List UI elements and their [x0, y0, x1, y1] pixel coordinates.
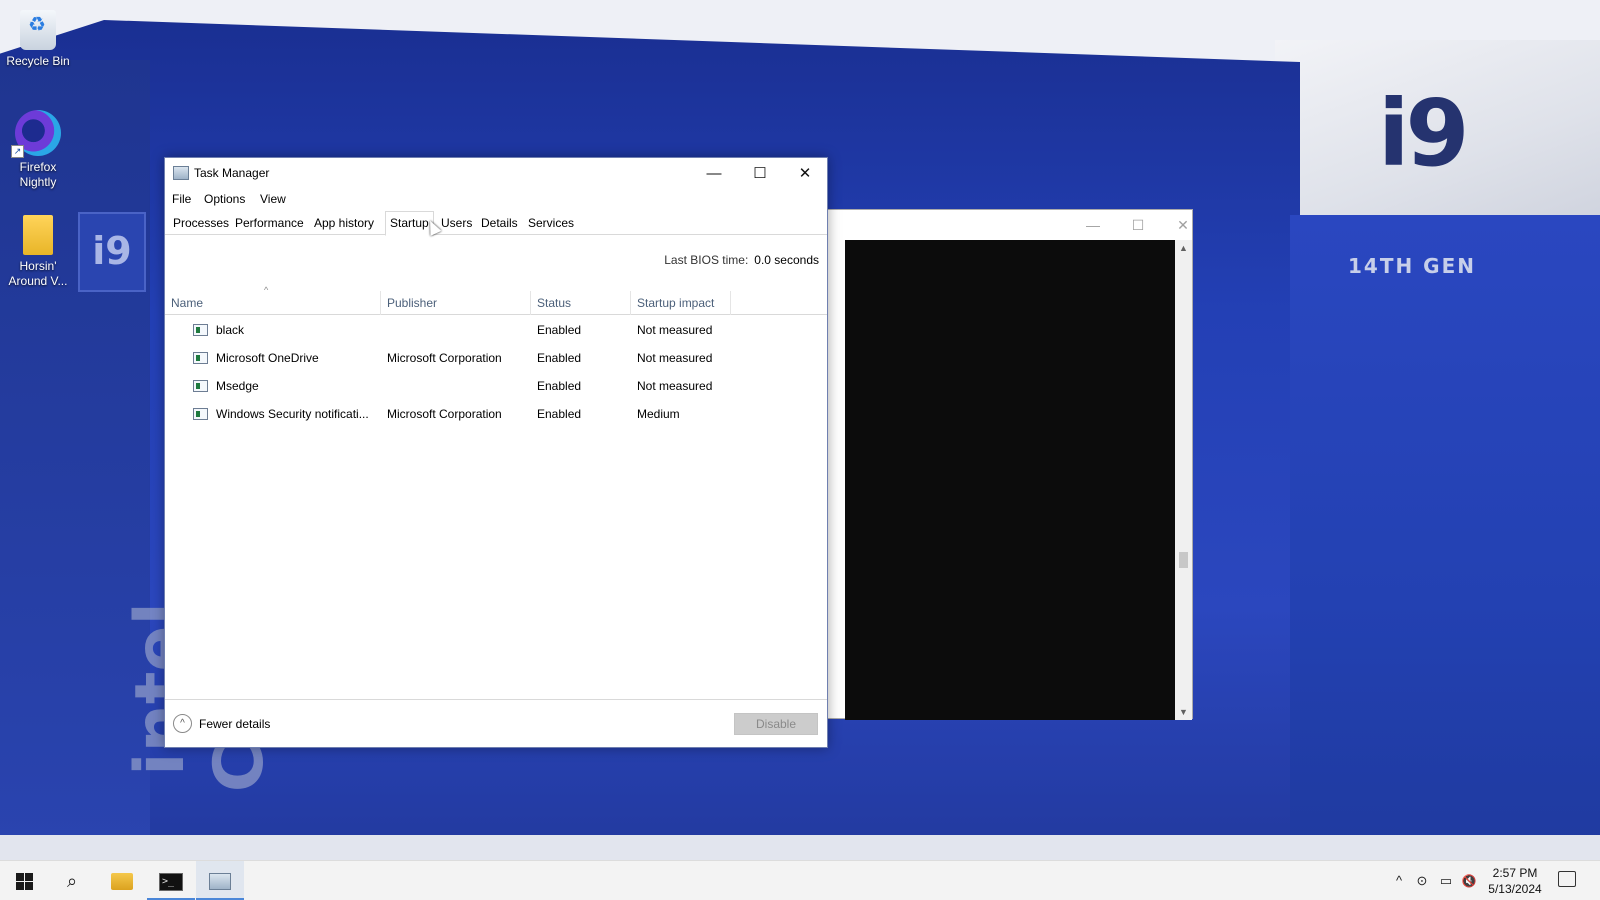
tab-performance[interactable]: Performance: [231, 213, 308, 235]
fewer-details-link[interactable]: Fewer details: [199, 717, 270, 731]
app-icon: [193, 324, 208, 336]
desktop-icon-firefox-nightly[interactable]: ↗ Firefox Nightly: [0, 110, 76, 190]
app-icon: [193, 380, 208, 392]
tab-processes[interactable]: Processes: [169, 213, 233, 235]
volume-muted-icon[interactable]: 🔇: [1459, 861, 1479, 900]
command-prompt-icon: >_: [159, 872, 183, 891]
console-minimize-button[interactable]: —: [1078, 215, 1108, 235]
menu-file[interactable]: File: [169, 192, 194, 206]
recycle-bin-icon: [20, 10, 56, 50]
row-status: Enabled: [537, 323, 582, 337]
console-window[interactable]: — ☐ ✕ ▲ ▼: [812, 209, 1193, 720]
desktop-icon-folder[interactable]: Horsin' Around V...: [0, 215, 76, 289]
disable-button[interactable]: Disable: [734, 713, 818, 735]
taskbar-console[interactable]: >_: [147, 861, 195, 900]
firefox-nightly-icon: ↗: [11, 110, 61, 158]
wallpaper-box-side: [1290, 215, 1600, 860]
console-titlebar[interactable]: — ☐ ✕: [813, 210, 1192, 240]
table-row[interactable]: Windows Security notificati... Microsoft…: [165, 400, 827, 428]
row-name: Microsoft OneDrive: [216, 351, 319, 365]
app-icon: [193, 352, 208, 364]
column-header-publisher[interactable]: Publisher: [381, 291, 531, 315]
wallpaper-i9-text: i9: [1378, 80, 1470, 187]
wallpaper-gen-text: 14TH GEN: [1348, 254, 1476, 278]
folder-icon: [23, 215, 53, 255]
close-button[interactable]: ✕: [782, 158, 828, 189]
meet-now-icon[interactable]: ⊙: [1413, 861, 1431, 900]
tab-strip: Processes Performance App history Startu…: [165, 211, 827, 236]
file-explorer-icon: [111, 873, 133, 891]
tab-users[interactable]: Users: [437, 213, 476, 235]
row-status: Enabled: [537, 351, 582, 365]
row-status: Enabled: [537, 407, 582, 421]
menu-bar: File Options View: [165, 189, 827, 211]
task-manager-icon: [209, 873, 231, 891]
row-name: black: [216, 323, 245, 337]
search-icon: ⌕: [66, 871, 78, 891]
bios-time-value: 0.0 seconds: [754, 253, 819, 267]
taskbar: ⌕ >_ ^ ⊙ ▭ 🔇 2:57 PM 5/13/2024: [0, 860, 1600, 900]
task-manager-app-icon: [173, 166, 189, 180]
row-publisher: Microsoft Corporation: [387, 351, 502, 365]
table-row[interactable]: Microsoft OneDrive Microsoft Corporation…: [165, 344, 827, 372]
taskbar-file-explorer[interactable]: [98, 861, 146, 900]
menu-options[interactable]: Options: [201, 192, 248, 206]
column-header-status[interactable]: Status: [531, 291, 631, 315]
desktop-icon-label: Firefox Nightly: [19, 160, 57, 189]
wallpaper-bottom-strip: [0, 835, 1600, 860]
console-scrollbar[interactable]: ▲ ▼: [1175, 240, 1192, 720]
desktop-icon-recycle-bin[interactable]: Recycle Bin: [0, 10, 76, 69]
chevron-up-icon[interactable]: ^: [173, 714, 192, 733]
scroll-down-icon[interactable]: ▼: [1175, 704, 1192, 720]
network-icon[interactable]: ▭: [1436, 861, 1456, 900]
bios-time-label: Last BIOS time:: [664, 253, 749, 267]
row-status: Enabled: [537, 379, 582, 393]
windows-logo-icon: [15, 873, 33, 891]
window-title: Task Manager: [194, 166, 270, 180]
column-header-name[interactable]: Name: [165, 291, 381, 315]
notification-center-icon[interactable]: [1558, 871, 1576, 887]
search-button[interactable]: ⌕: [48, 861, 96, 900]
maximize-button[interactable]: ☐: [737, 158, 783, 189]
clock-date: 5/13/2024: [1488, 882, 1542, 896]
tab-services[interactable]: Services: [524, 213, 578, 235]
desktop-icon-label: Horsin' Around V...: [8, 259, 68, 288]
tab-app-history[interactable]: App history: [310, 213, 378, 235]
row-name: Windows Security notificati...: [216, 407, 369, 421]
table-row[interactable]: black Enabled Not measured: [165, 316, 827, 344]
task-manager-window[interactable]: Task Manager — ☐ ✕ File Options View Pro…: [164, 157, 828, 748]
console-output-area[interactable]: [845, 240, 1175, 720]
startup-list: black Enabled Not measured Microsoft One…: [165, 316, 827, 428]
row-name: Msedge: [216, 379, 259, 393]
minimize-button[interactable]: —: [691, 158, 737, 189]
tab-details[interactable]: Details: [477, 213, 522, 235]
row-publisher: Microsoft Corporation: [387, 407, 502, 421]
desktop-icon-label: Recycle Bin: [6, 54, 70, 68]
console-close-button[interactable]: ✕: [1168, 215, 1198, 235]
taskbar-task-manager[interactable]: [196, 861, 244, 900]
console-maximize-button[interactable]: ☐: [1123, 215, 1153, 235]
clock-time: 2:57 PM: [1492, 866, 1538, 880]
taskbar-clock[interactable]: 2:57 PM 5/13/2024: [1480, 865, 1550, 897]
table-row[interactable]: Msedge Enabled Not measured: [165, 372, 827, 400]
column-header-startup-impact[interactable]: Startup impact: [631, 291, 731, 315]
scroll-up-icon[interactable]: ▲: [1175, 240, 1192, 256]
row-startup-impact: Not measured: [637, 379, 713, 393]
wallpaper-i9-badge: i9: [78, 212, 146, 292]
row-startup-impact: Not measured: [637, 351, 713, 365]
row-startup-impact: Not measured: [637, 323, 713, 337]
column-headers: Name Publisher Status Startup impact: [165, 291, 827, 315]
bios-time: Last BIOS time: 0.0 seconds: [664, 253, 819, 267]
row-startup-impact: Medium: [637, 407, 680, 421]
task-manager-titlebar[interactable]: Task Manager — ☐ ✕: [165, 158, 827, 189]
shortcut-arrow-icon: ↗: [11, 145, 24, 158]
app-icon: [193, 408, 208, 420]
task-manager-footer: ^ Fewer details Disable: [165, 699, 827, 747]
menu-view[interactable]: View: [257, 192, 289, 206]
start-button[interactable]: [0, 861, 48, 900]
scrollbar-thumb[interactable]: [1179, 552, 1188, 568]
tray-chevron-up-icon[interactable]: ^: [1390, 861, 1408, 900]
